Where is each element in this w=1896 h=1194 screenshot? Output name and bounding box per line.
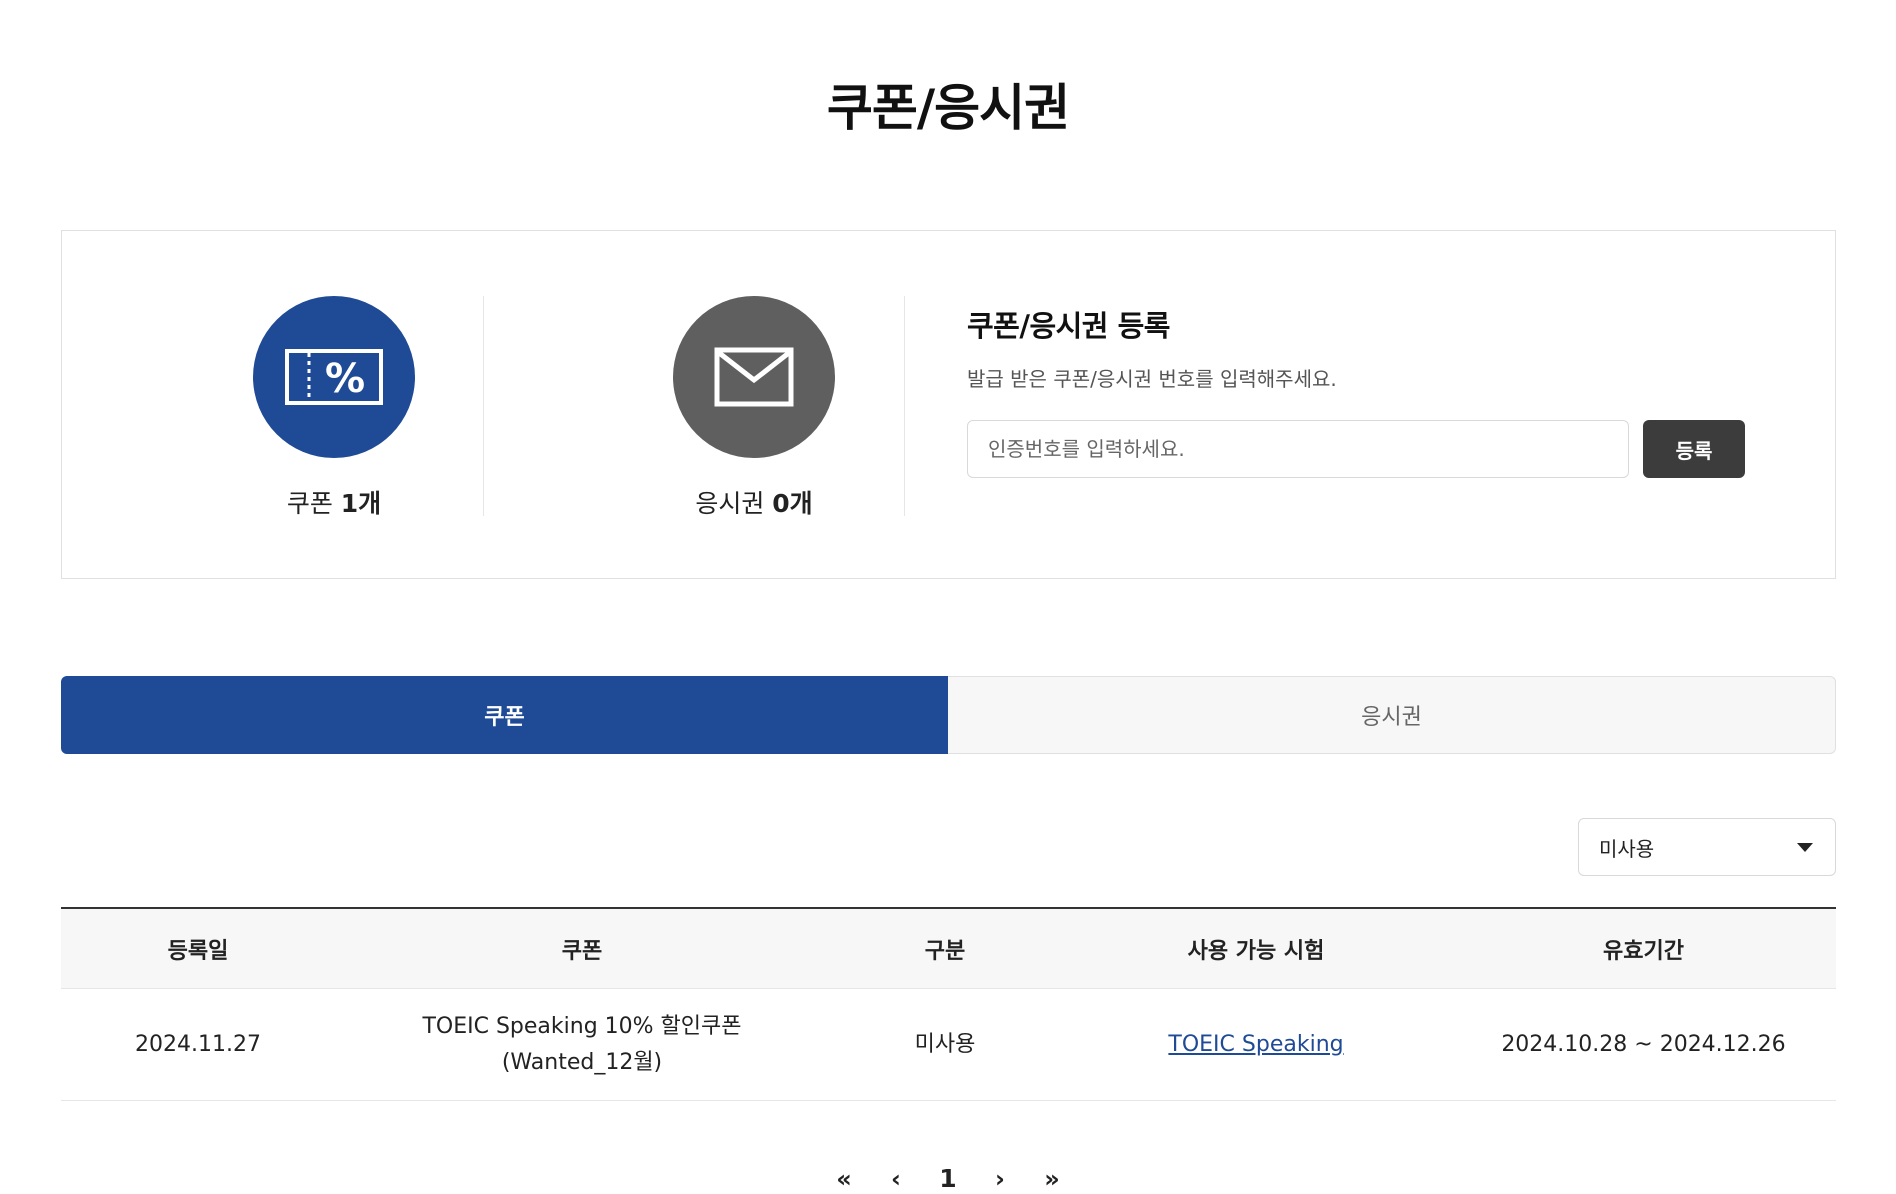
coupon-subname: (Wanted_12월)	[501, 1049, 663, 1075]
header-status: 구분	[924, 938, 966, 964]
exam-link[interactable]: TOEIC Speaking	[1168, 1027, 1343, 1063]
header-validity: 유효기간	[1603, 938, 1684, 964]
cell-status: 미사용	[914, 1031, 976, 1057]
coupon-table: 등록일 쿠폰 구분 사용 가능 시험 유효기간 2024.11.27 TOEIC…	[61, 907, 1836, 1101]
register-form: 등록	[967, 420, 1767, 478]
divider	[904, 296, 905, 516]
cell-validity: 2024.10.28 ~ 2024.12.26	[1501, 1031, 1786, 1057]
header-registered: 등록일	[167, 938, 229, 964]
header-exam: 사용 가능 시험	[1187, 938, 1325, 964]
register-section: 쿠폰/응시권 등록 발급 받은 쿠폰/응시권 번호를 입력해주세요. 등록	[967, 303, 1767, 478]
coupon-percent-icon: %	[253, 296, 415, 458]
coupon-count-label: 쿠폰 1개	[134, 484, 534, 520]
pagination: « ‹ 1 › »	[0, 1164, 1896, 1193]
coupon-name: TOEIC Speaking 10% 할인쿠폰	[422, 1013, 742, 1039]
summary-panel: % 쿠폰 1개 응시권 0개 쿠폰/응시권 등록 발급 받은 쿠폰/응시권 번호…	[61, 230, 1836, 579]
register-button[interactable]: 등록	[1643, 420, 1745, 478]
header-coupon: 쿠폰	[561, 938, 603, 964]
ticket-label: 응시권	[695, 489, 765, 518]
ticket-count: 0개	[772, 489, 813, 518]
tab-ticket[interactable]: 응시권	[948, 676, 1836, 754]
envelope-icon	[673, 296, 835, 458]
ticket-count-label: 응시권 0개	[554, 484, 954, 520]
coupon-count: 1개	[340, 489, 382, 518]
svg-text:%: %	[325, 356, 365, 402]
table-row: 2024.11.27 TOEIC Speaking 10% 할인쿠폰 (Want…	[61, 989, 1836, 1101]
cell-exam: TOEIC Speaking	[1061, 989, 1451, 1100]
prev-page-button[interactable]: ‹	[870, 1165, 922, 1193]
status-filter-value: 미사용	[1599, 836, 1655, 861]
page-title: 쿠폰/응시권	[826, 79, 1070, 137]
page-number[interactable]: 1	[922, 1164, 974, 1193]
coupon-summary: % 쿠폰 1개	[134, 296, 534, 520]
divider	[483, 296, 484, 516]
cell-coupon: TOEIC Speaking 10% 할인쿠폰 (Wanted_12월)	[335, 989, 829, 1100]
tab-bar: 쿠폰 응시권	[61, 676, 1836, 754]
first-page-button[interactable]: «	[818, 1165, 870, 1193]
coupon-label: 쿠폰	[286, 489, 333, 518]
ticket-summary: 응시권 0개	[554, 296, 954, 520]
register-description: 발급 받은 쿠폰/응시권 번호를 입력해주세요.	[967, 367, 1337, 391]
table-header: 등록일 쿠폰 구분 사용 가능 시험 유효기간	[61, 909, 1836, 989]
next-page-button[interactable]: ›	[974, 1165, 1026, 1193]
code-input[interactable]	[967, 420, 1629, 478]
cell-registered: 2024.11.27	[135, 1031, 261, 1057]
caret-down-icon	[1797, 842, 1813, 852]
last-page-button[interactable]: »	[1026, 1165, 1078, 1193]
register-title: 쿠폰/응시권 등록	[967, 309, 1170, 343]
tab-coupon[interactable]: 쿠폰	[61, 676, 948, 754]
status-filter-select[interactable]: 미사용	[1578, 818, 1836, 876]
